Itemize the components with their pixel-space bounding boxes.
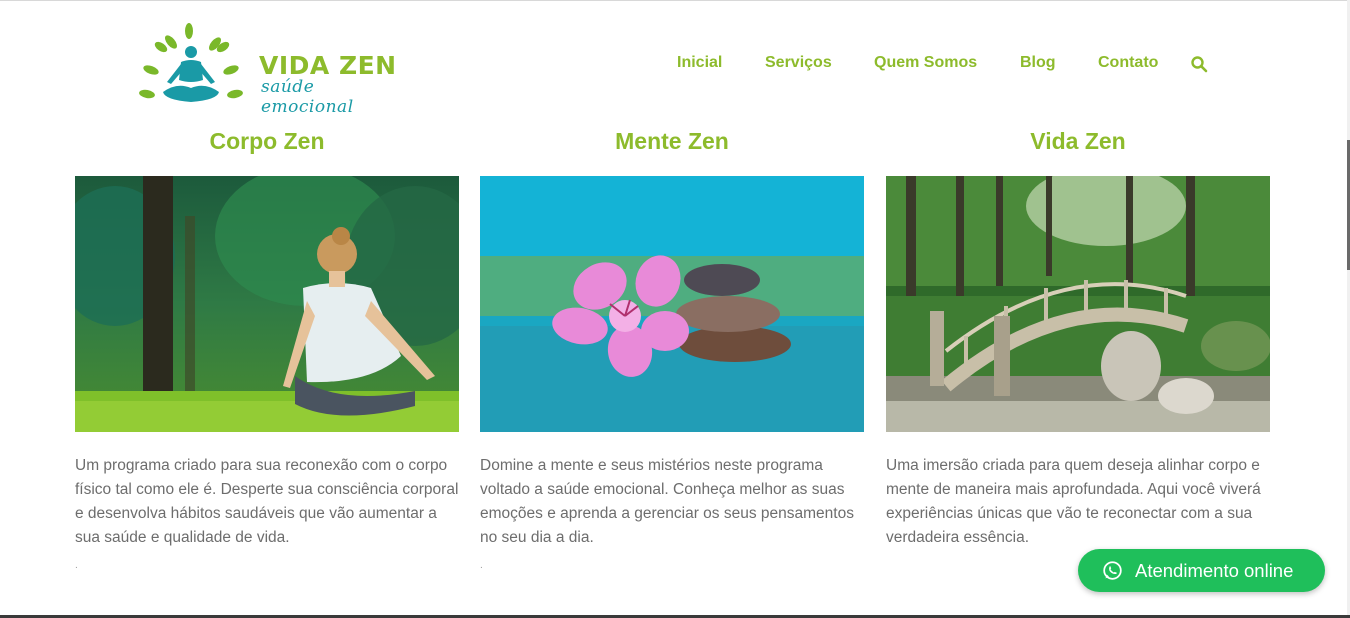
logo-title: VIDA ZEN	[259, 51, 397, 80]
column-trailing-dot: .	[480, 560, 483, 571]
nav-item-inicial[interactable]: Inicial	[677, 54, 722, 72]
nav-item-quem-somos[interactable]: Quem Somos	[874, 54, 977, 72]
whatsapp-support-button[interactable]: Atendimento online	[1078, 549, 1325, 592]
column-trailing-dot: .	[75, 560, 78, 571]
logo-subtitle: saúde emocional	[261, 77, 354, 117]
corpo-zen-image	[75, 176, 459, 432]
search-icon[interactable]	[1190, 55, 1208, 73]
mente-zen-image	[480, 176, 864, 432]
nav-item-blog[interactable]: Blog	[1020, 54, 1056, 72]
whatsapp-icon	[1103, 561, 1122, 580]
vida-zen-image	[886, 176, 1270, 432]
site-logo[interactable]: VIDA ZEN saúde emocional	[137, 22, 407, 117]
nav-item-servicos[interactable]: Serviços	[765, 54, 832, 72]
column-title-corpo-zen: Corpo Zen	[209, 128, 325, 154]
nav-item-contato[interactable]: Contato	[1098, 54, 1158, 72]
column-text-corpo-zen: Um programa criado para sua reconexão co…	[75, 457, 459, 546]
column-text-vida-zen: Uma imersão criada para quem deseja alin…	[886, 457, 1261, 546]
column-title-vida-zen: Vida Zen	[1030, 128, 1126, 154]
column-title-mente-zen: Mente Zen	[615, 128, 729, 154]
column-text-mente-zen: Domine a mente e seus mistérios neste pr…	[480, 457, 854, 546]
top-border	[0, 0, 1350, 1]
meditation-logo-icon	[139, 23, 243, 102]
whatsapp-label: Atendimento online	[1135, 560, 1294, 581]
